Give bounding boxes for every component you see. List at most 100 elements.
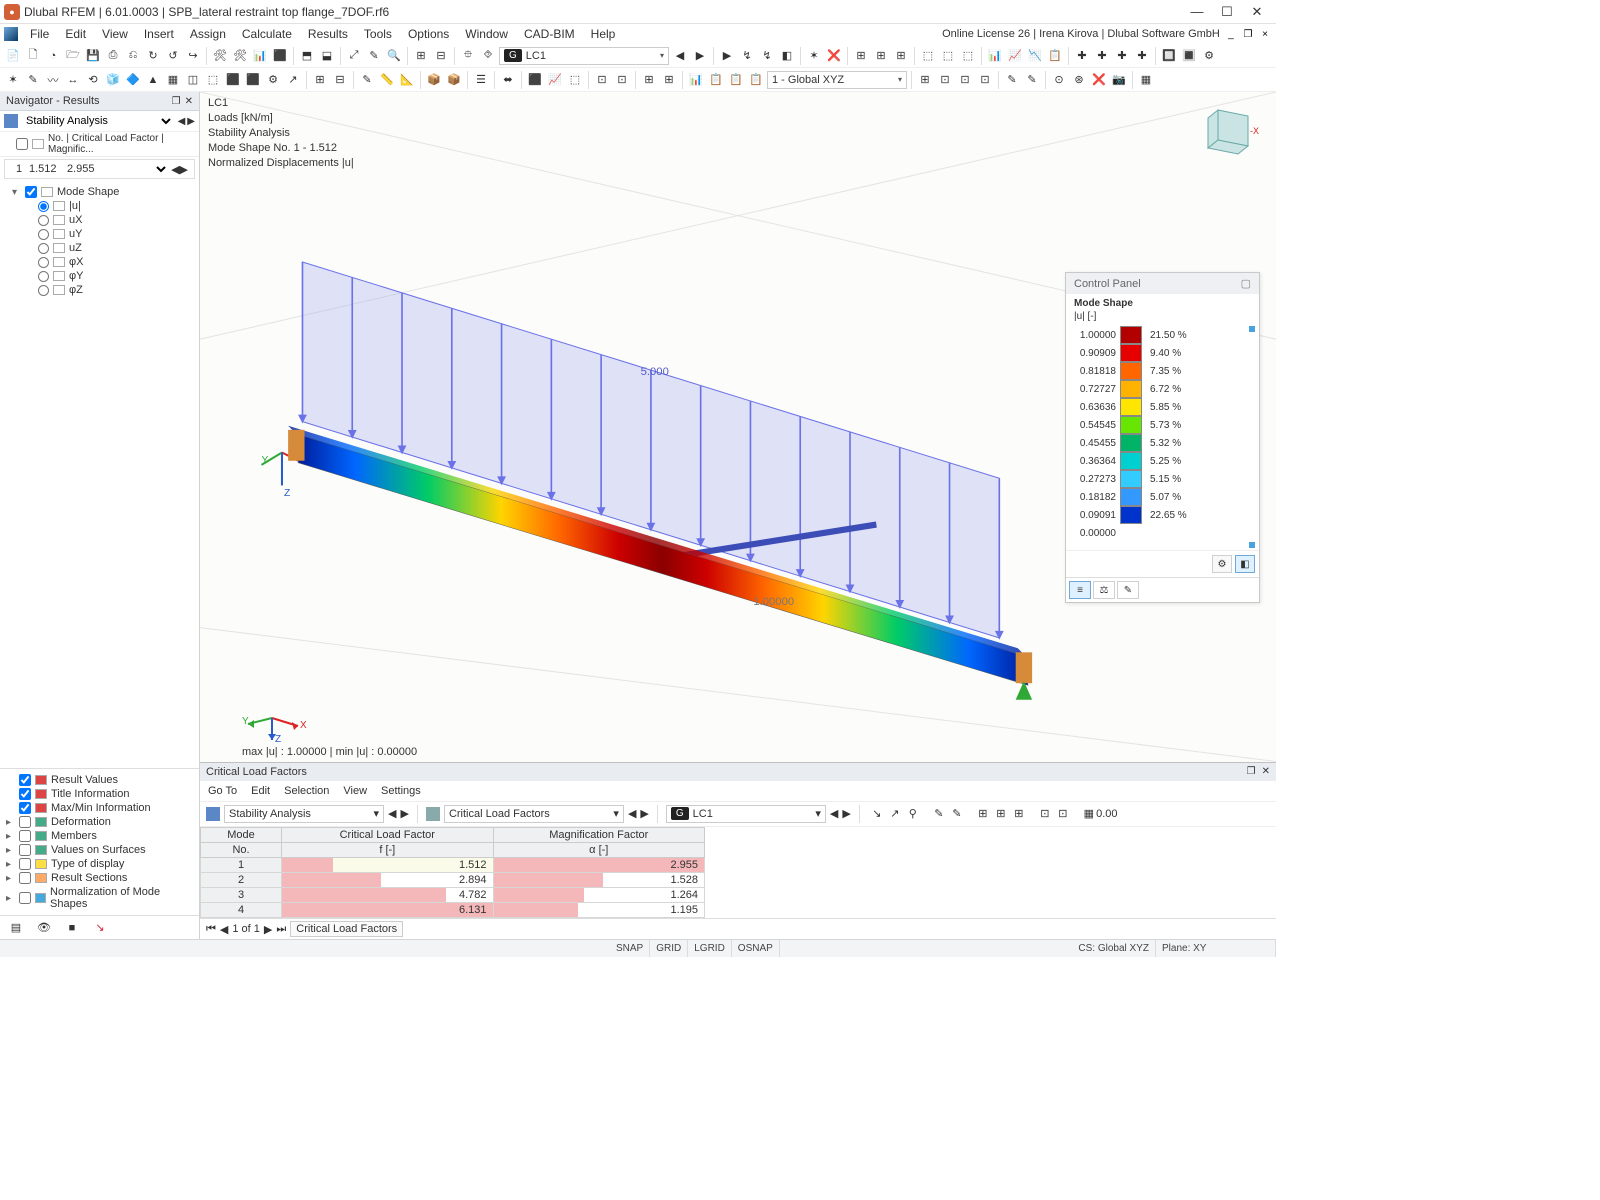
menu-insert[interactable]: Insert xyxy=(136,25,182,43)
mode-dropdown[interactable] xyxy=(105,162,169,176)
toolbar1-button-3[interactable]: 🗁 xyxy=(64,47,82,65)
toolbar2-tail-12[interactable]: 📷 xyxy=(1110,71,1128,89)
toolbar2-tail-10[interactable]: ⊛ xyxy=(1070,71,1088,89)
nav-tab-camera-button[interactable]: ■ xyxy=(62,919,82,937)
toolbar2-button-26[interactable]: ☰ xyxy=(472,71,490,89)
minimize-button[interactable]: — xyxy=(1182,1,1212,23)
toolbar1-button-1[interactable]: 🗋 xyxy=(24,47,42,65)
toolbar1-tail-17[interactable]: 📈 xyxy=(1006,47,1024,65)
toolbar2-button-4[interactable]: ⟲ xyxy=(84,71,102,89)
results-menu-settings[interactable]: Settings xyxy=(381,785,421,797)
toolbar2-tail-9[interactable]: ⊙ xyxy=(1050,71,1068,89)
display-check[interactable] xyxy=(19,892,31,904)
results-tool-7[interactable]: ⊞ xyxy=(974,805,992,823)
legend-min-handle[interactable] xyxy=(1249,542,1255,548)
analysis-prev-button[interactable]: ◀ xyxy=(178,116,186,127)
results-tool-11[interactable]: ⊡ xyxy=(1036,805,1054,823)
toolbar2-tail-6[interactable]: ✎ xyxy=(1003,71,1021,89)
toolbar1-tail-9[interactable]: ⊞ xyxy=(872,47,890,65)
toolbar1-button-26[interactable]: ⯐ xyxy=(459,47,477,65)
display-option-result-sections[interactable]: ▸Result Sections xyxy=(4,871,195,885)
toolbar2-button-20[interactable]: 📏 xyxy=(378,71,396,89)
toolbar1-tail-0[interactable]: ▶ xyxy=(718,47,736,65)
display-check[interactable] xyxy=(19,802,31,814)
display-option-normalization-of-mode-shapes[interactable]: ▸Normalization of Mode Shapes xyxy=(4,885,195,911)
display-option-deformation[interactable]: ▸Deformation xyxy=(4,815,195,829)
rp-lc-next[interactable]: ▶ xyxy=(842,807,850,820)
menu-edit[interactable]: Edit xyxy=(57,25,94,43)
toolbar1-tail-28[interactable]: ⚙ xyxy=(1200,47,1218,65)
rp-table-dropdown[interactable]: Critical Load Factors▾ xyxy=(444,805,624,823)
mode-option-z[interactable]: φZ xyxy=(4,283,195,297)
status-grid[interactable]: GRID xyxy=(650,940,688,957)
mode-radio[interactable] xyxy=(38,285,49,296)
nav-tab-view-button[interactable]: 👁 xyxy=(34,919,54,937)
analysis-type-selector[interactable]: Stability Analysis ◀ ▶ xyxy=(0,111,199,132)
display-option-members[interactable]: ▸Members xyxy=(4,829,195,843)
toolbar2-tail-3[interactable]: ⊡ xyxy=(956,71,974,89)
cp-tab-other[interactable]: ✎ xyxy=(1117,581,1139,599)
pager-next[interactable]: ▶ xyxy=(264,923,272,936)
results-menu-view[interactable]: View xyxy=(343,785,367,797)
toolbar1-tail-19[interactable]: 📋 xyxy=(1046,47,1064,65)
loadcase-dropdown[interactable]: GLC1▾ xyxy=(499,47,669,65)
maximize-button[interactable]: ☐ xyxy=(1212,1,1242,23)
cp-tab-scale[interactable]: ⚖ xyxy=(1093,581,1115,599)
toolbar2-button-28[interactable]: ⬌ xyxy=(499,71,517,89)
toolbar2-button-23[interactable]: 📦 xyxy=(425,71,443,89)
mode-radio[interactable] xyxy=(38,215,49,226)
rp-loadcase-dropdown[interactable]: GLC1▾ xyxy=(666,805,826,823)
toolbar1-tail-24[interactable]: ✚ xyxy=(1133,47,1151,65)
rp-analysis-prev[interactable]: ◀ xyxy=(388,807,396,820)
toolbar2-button-34[interactable]: ⊡ xyxy=(593,71,611,89)
results-tool-5[interactable]: ✎ xyxy=(948,805,966,823)
toolbar1-button-20[interactable]: ✎ xyxy=(365,47,383,65)
toolbar1-button-27[interactable]: ⯑ xyxy=(479,47,497,65)
toolbar2-button-9[interactable]: ◫ xyxy=(184,71,202,89)
toolbar2-button-24[interactable]: 📦 xyxy=(445,71,463,89)
toolbar1-button-13[interactable]: 📊 xyxy=(251,47,269,65)
status-osnap[interactable]: OSNAP xyxy=(732,940,780,957)
nav-tab-results-button[interactable]: ↘ xyxy=(90,919,110,937)
mdi-close-button[interactable]: × xyxy=(1258,27,1272,41)
toolbar1-button-0[interactable]: 📄 xyxy=(4,47,22,65)
display-option-max-min-information[interactable]: Max/Min Information xyxy=(4,801,195,815)
results-close-button[interactable]: ✕ xyxy=(1262,766,1270,778)
display-option-type-of-display[interactable]: ▸Type of display xyxy=(4,857,195,871)
cp-tab-colormap[interactable]: ≡ xyxy=(1069,581,1091,599)
control-panel-close-button[interactable]: ▢ xyxy=(1241,277,1251,290)
toolbar1-tail-6[interactable]: ❌ xyxy=(825,47,843,65)
toolbar2-button-5[interactable]: 🧊 xyxy=(104,71,122,89)
toolbar1-button-23[interactable]: ⊞ xyxy=(412,47,430,65)
menu-results[interactable]: Results xyxy=(300,25,356,43)
display-option-result-values[interactable]: Result Values xyxy=(4,773,195,787)
display-check[interactable] xyxy=(19,774,31,786)
toolbar2-button-1[interactable]: ✎ xyxy=(24,71,42,89)
status-snap[interactable]: SNAP xyxy=(610,940,650,957)
toolbar2-button-16[interactable]: ⊞ xyxy=(311,71,329,89)
mode-shape-group[interactable]: ▾ Mode Shape xyxy=(4,185,195,199)
rp-analysis-next[interactable]: ▶ xyxy=(400,807,408,820)
toolbar2-button-41[interactable]: 📋 xyxy=(707,71,725,89)
toolbar1-tail-23[interactable]: ✚ xyxy=(1113,47,1131,65)
close-button[interactable]: ✕ xyxy=(1242,1,1272,23)
display-check[interactable] xyxy=(19,872,31,884)
coord-system-dropdown[interactable]: 1 - Global XYZ▾ xyxy=(767,71,907,89)
toolbar2-button-32[interactable]: ⬚ xyxy=(566,71,584,89)
mode-radio[interactable] xyxy=(38,201,49,212)
results-menu-edit[interactable]: Edit xyxy=(251,785,270,797)
navigator-float-button[interactable]: ❐ xyxy=(172,96,181,107)
col-mf[interactable]: Magnification Factor xyxy=(493,828,704,843)
menu-file[interactable]: File xyxy=(22,25,57,43)
results-menu-goto[interactable]: Go To xyxy=(208,785,237,797)
results-tool-4[interactable]: ✎ xyxy=(930,805,948,823)
toolbar2-tail-7[interactable]: ✎ xyxy=(1023,71,1041,89)
toolbar2-tail-11[interactable]: ❌ xyxy=(1090,71,1108,89)
toolbar2-button-42[interactable]: 📋 xyxy=(727,71,745,89)
toolbar2-button-37[interactable]: ⊞ xyxy=(640,71,658,89)
table-row[interactable]: 22.8941.528 xyxy=(201,873,705,888)
menu-window[interactable]: Window xyxy=(457,25,516,43)
toolbar1-button-14[interactable]: ⬛ xyxy=(271,47,289,65)
menu-tools[interactable]: Tools xyxy=(356,25,400,43)
rp-table-prev[interactable]: ◀ xyxy=(628,807,636,820)
